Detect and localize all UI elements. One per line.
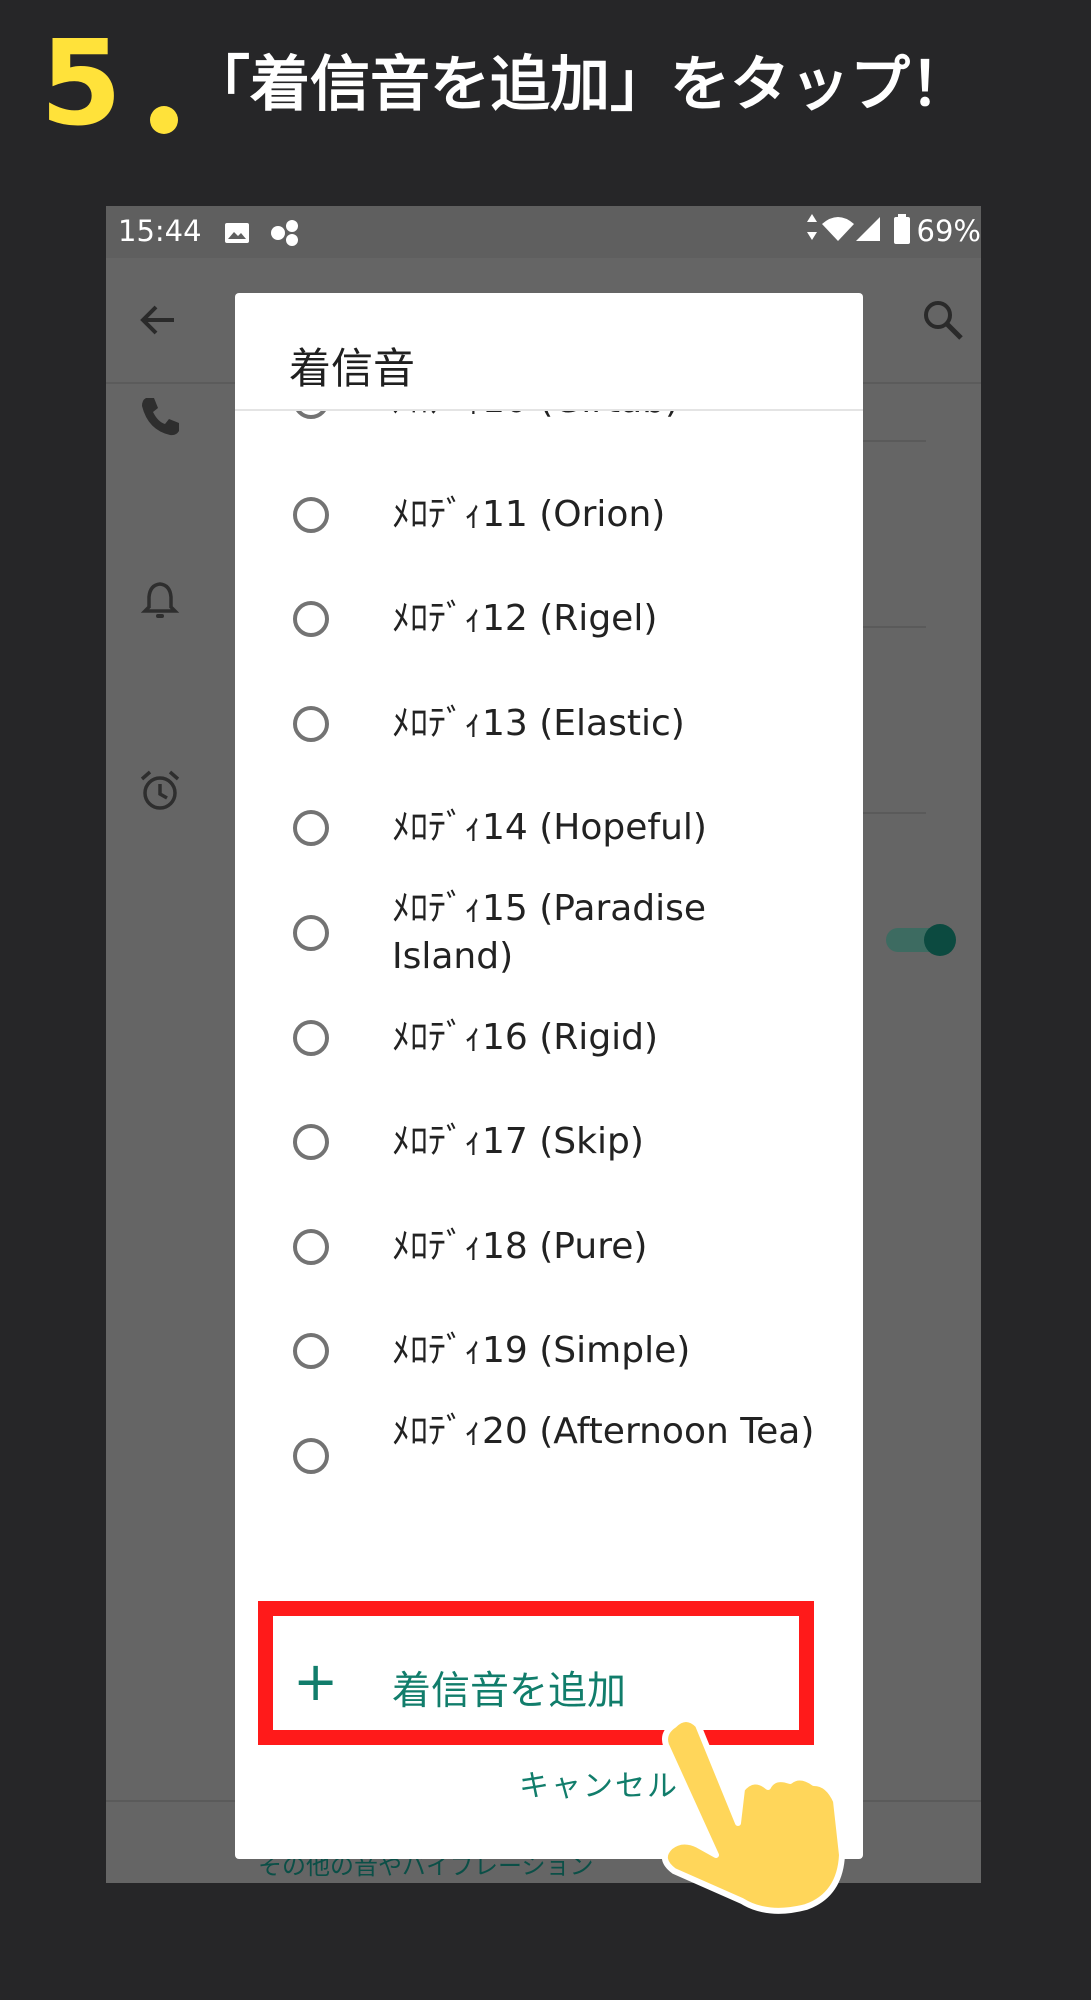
image-icon (225, 223, 249, 243)
ringtone-label: ﾒﾛﾃﾞｨ10 (Girtab) (392, 411, 832, 425)
radio-button[interactable] (293, 1020, 329, 1056)
bell-icon (140, 582, 180, 618)
status-time: 15:44 (118, 214, 202, 248)
radio-button[interactable] (293, 1124, 329, 1160)
battery-icon (894, 214, 910, 244)
step-dot (150, 106, 178, 134)
radio-button[interactable] (293, 1333, 329, 1369)
battery-percent: 69% (916, 214, 981, 248)
step-title: 「着信音を追加」をタップ！ (190, 50, 970, 120)
ringtone-label: ﾒﾛﾃﾞｨ17 (Skip) (392, 1121, 644, 1162)
ringtone-label: ﾒﾛﾃﾞｨ13 (Elastic) (392, 703, 685, 744)
radio-button[interactable] (293, 706, 329, 742)
data-transfer-icon (807, 214, 817, 240)
radio-button[interactable] (293, 601, 329, 637)
radio-button[interactable] (293, 411, 329, 419)
dialog-title: 着信音 (289, 344, 416, 393)
app-icon (271, 220, 298, 246)
radio-button[interactable] (293, 1438, 329, 1474)
back-arrow-icon[interactable] (138, 300, 178, 340)
ringtone-label: ﾒﾛﾃﾞｨ16 (Rigid) (392, 1017, 659, 1058)
radio-button[interactable] (293, 497, 329, 533)
signal-icon (856, 217, 880, 241)
ringtone-label: ﾒﾛﾃﾞｨ14 (Hopeful) (392, 807, 707, 848)
step-number: 5 (40, 14, 122, 152)
ringtone-label: ﾒﾛﾃﾞｨ18 (Pure) (392, 1226, 648, 1267)
ringtone-label: ﾒﾛﾃﾞｨ19 (Simple) (392, 1330, 691, 1371)
ringtone-label: ﾒﾛﾃﾞｨ12 (Rigel) (392, 598, 658, 639)
phone-icon (142, 398, 179, 436)
ringtone-list[interactable]: ﾒﾛﾃﾞｨ10 (Girtab) ﾒﾛﾃﾞｨ11 (Orion) ﾒﾛﾃﾞｨ12… (235, 411, 863, 1661)
step-header: 5 「着信音を追加」をタップ！ (40, 14, 1070, 152)
background-toggle (886, 924, 956, 956)
search-icon[interactable] (921, 298, 965, 342)
status-bar: 15:44 69% (106, 206, 981, 258)
ringtone-label: ﾒﾛﾃﾞｨ11 (Orion) (392, 494, 666, 535)
radio-button[interactable] (293, 1229, 329, 1265)
radio-button[interactable] (293, 915, 329, 951)
alarm-clock-icon (140, 770, 180, 810)
ringtone-label: ﾒﾛﾃﾞｨ20 (Afternoon Tea) (392, 1411, 815, 1452)
radio-button[interactable] (293, 810, 329, 846)
ringtone-label: ﾒﾛﾃﾞｨ15 (Paradise Island) (392, 888, 707, 977)
pointing-hand-icon (661, 1716, 845, 1914)
wifi-icon (822, 217, 854, 241)
